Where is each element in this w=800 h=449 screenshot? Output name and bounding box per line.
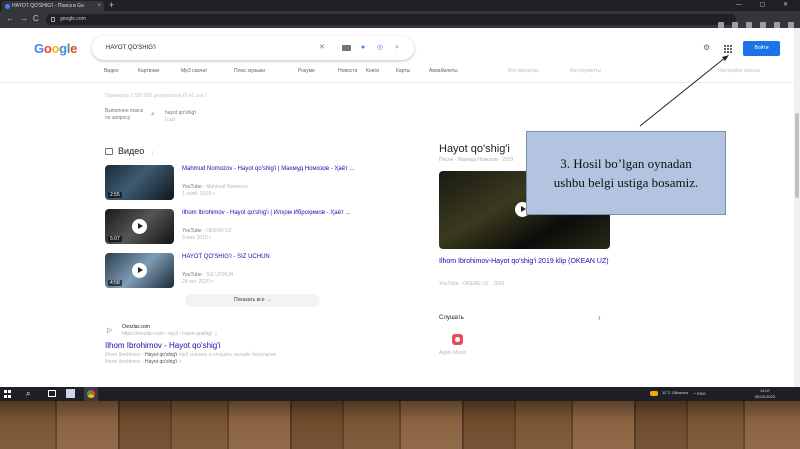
windows-taskbar: ⌕ 11°C Облачно ^ ENG 14:07 06.03.2023 [0,387,800,401]
wooden-desk-background [0,401,800,449]
windows-start-icon[interactable] [4,390,12,398]
callout-line: ushbu belgi ustiga bosamiz. [553,175,699,190]
tutorial-callout: 3. Hosil bo’lgan oynadan ushbu belgi ust… [526,131,726,215]
taskbar-search-icon[interactable]: ⌕ [26,389,36,399]
chrome-icon[interactable] [84,387,98,401]
clock-time: 14:07 [760,388,771,393]
taskbar-clock[interactable]: 14:07 06.03.2023 [755,388,775,400]
system-tray[interactable]: ^ ENG [694,391,706,396]
callout-text: 3. Hosil bo’lgan oynadan ushbu belgi ust… [554,154,698,192]
weather-text[interactable]: 11°C Облачно [662,390,688,395]
file-explorer-icon[interactable] [66,389,75,398]
clock-date: 06.03.2023 [755,394,776,399]
weather-icon[interactable] [650,391,658,396]
task-view-icon[interactable] [48,390,56,397]
callout-line: 3. Hosil bo’lgan oynadan [560,156,692,171]
screen: HAYOT QO'SHIG'I - Поиск в Go × + — ▢ ✕ ←… [0,0,800,401]
